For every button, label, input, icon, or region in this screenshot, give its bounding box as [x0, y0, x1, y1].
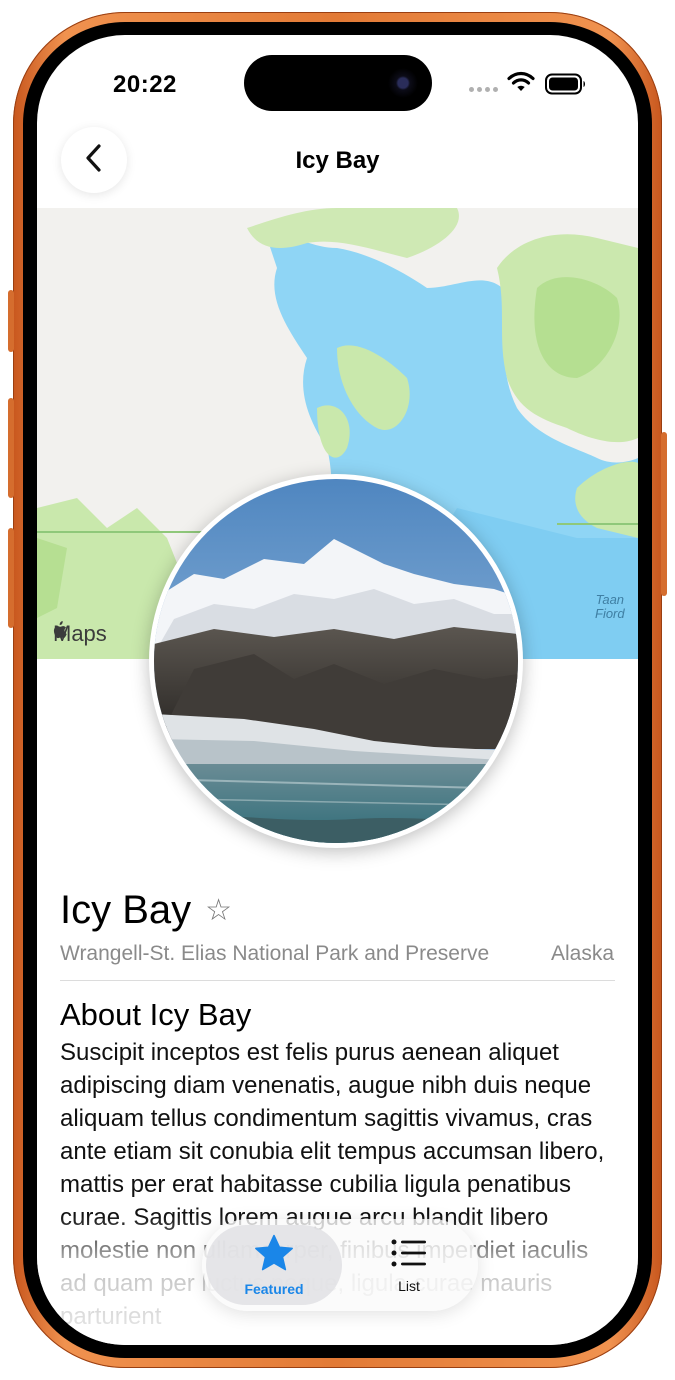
tab-featured[interactable]: Featured [206, 1225, 342, 1305]
power-button [661, 432, 667, 596]
volume-up-button [8, 398, 14, 498]
battery-icon [545, 73, 587, 100]
nav-title: Icy Bay [295, 147, 380, 174]
maps-attribution[interactable]: Maps [51, 621, 107, 647]
map-place-label: Taan Fiord [595, 592, 625, 621]
wifi-icon [507, 71, 535, 98]
back-button[interactable] [61, 127, 127, 193]
signal-dots-icon [469, 87, 498, 92]
landscape-image [154, 479, 518, 843]
tab-list[interactable]: List [354, 1225, 464, 1305]
state-name: Alaska [550, 942, 614, 965]
divider [60, 980, 615, 981]
list-icon [390, 1237, 428, 1274]
action-button [8, 290, 14, 352]
park-name: Wrangell-St. Elias National Park and Pre… [60, 942, 490, 965]
volume-down-button [8, 528, 14, 628]
star-fill-icon [254, 1234, 294, 1277]
dynamic-island [244, 55, 432, 111]
tab-list-label: List [398, 1277, 420, 1294]
favorite-star-icon[interactable]: ☆ [205, 893, 232, 928]
camera-icon [388, 68, 418, 98]
place-photo [149, 474, 523, 848]
chevron-left-icon [84, 143, 104, 178]
tab-featured-label: Featured [244, 1280, 304, 1297]
place-title: Icy Bay [60, 888, 192, 932]
about-heading: About Icy Bay [60, 997, 252, 1032]
screen: Maps Taan Fiord Icy Bay Icy Bay ☆ Wrange… [37, 35, 638, 1345]
place-header: Icy Bay ☆ [60, 888, 232, 933]
tab-bar: Featured List [202, 1219, 478, 1311]
status-time: 20:22 [113, 71, 177, 98]
